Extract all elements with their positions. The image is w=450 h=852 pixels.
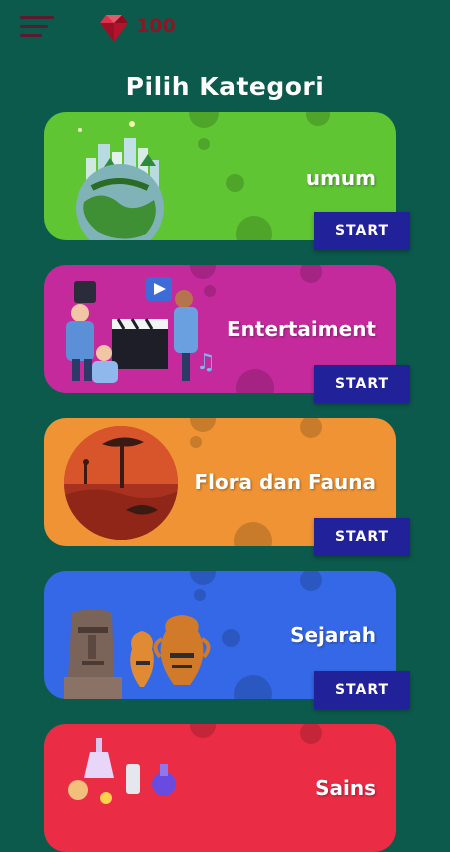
hamburger-menu-icon[interactable] (20, 16, 54, 40)
category-title: Sains (315, 776, 376, 800)
top-bar: 100 (0, 0, 450, 60)
history-artifacts-illustration (64, 609, 211, 699)
start-button-flora-dan-fauna[interactable]: START (314, 518, 410, 556)
page-title: Pilih Kategori (125, 72, 325, 101)
category-title: umum (305, 166, 376, 190)
category-title: Entertaiment (226, 317, 376, 341)
ruby-gem-icon (100, 15, 128, 42)
savanna-illustration (64, 426, 178, 540)
science-illustration (68, 738, 176, 804)
start-button-sejarah[interactable]: START (314, 671, 410, 709)
entertainment-illustration: ♫ (66, 277, 212, 383)
svg-text:♫: ♫ (196, 350, 212, 375)
eco-globe-illustration (76, 121, 164, 240)
start-button-entertaiment[interactable]: START (314, 365, 410, 403)
category-title: Sejarah (290, 623, 376, 647)
gem-count: 100 (136, 15, 176, 37)
category-title: Flora dan Fauna (194, 470, 376, 494)
category-card-sains[interactable]: Sains (44, 724, 396, 852)
start-button-umum[interactable]: START (314, 212, 410, 250)
